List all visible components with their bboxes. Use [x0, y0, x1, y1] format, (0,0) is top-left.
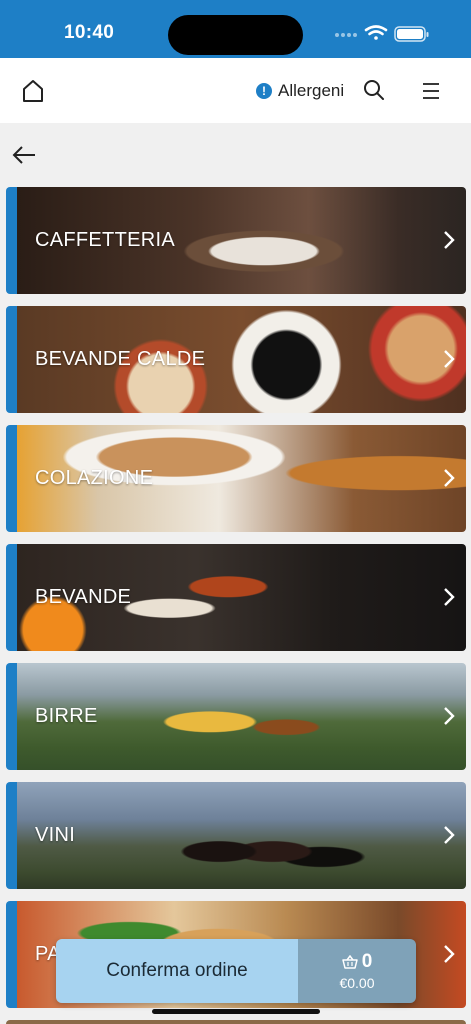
wifi-icon: [364, 25, 388, 40]
basket-icon: [341, 955, 358, 969]
category-accent-bar: [6, 306, 17, 413]
chevron-right-icon: [444, 826, 455, 844]
category-image: [17, 782, 466, 889]
category-birre[interactable]: BIRRE: [6, 663, 466, 770]
chevron-right-icon: [444, 707, 455, 725]
hamburger-menu-icon[interactable]: [420, 82, 442, 100]
chevron-right-icon: [444, 350, 455, 368]
allergens-button[interactable]: ! Allergeni: [256, 80, 344, 102]
order-bar: Conferma ordine 0 €0.00: [56, 939, 416, 1003]
category-label: CAFFETTERIA: [35, 229, 175, 251]
category-label: COLAZIONE: [35, 467, 154, 489]
chevron-right-icon: [444, 588, 455, 606]
category-label: BEVANDE CALDE: [35, 348, 206, 370]
category-caffetteria[interactable]: CAFFETTERIA: [6, 187, 466, 294]
search-icon[interactable]: [362, 78, 386, 102]
status-bar: 10:40: [0, 0, 471, 58]
status-indicators: [334, 24, 434, 44]
chevron-right-icon: [444, 945, 455, 963]
status-time: 10:40: [64, 22, 115, 43]
category-accent-bar: [6, 544, 17, 651]
home-icon[interactable]: [18, 78, 48, 104]
cart-summary-button[interactable]: 0 €0.00: [298, 939, 416, 1003]
category-label: BEVANDE: [35, 586, 132, 608]
chevron-right-icon: [444, 231, 455, 249]
category-accent-bar: [6, 901, 17, 1008]
category-vini[interactable]: VINI: [6, 782, 466, 889]
category-colazione[interactable]: COLAZIONE: [6, 425, 466, 532]
battery-icon: [394, 26, 429, 42]
confirm-order-button[interactable]: Conferma ordine: [56, 939, 298, 1003]
cart-total: €0.00: [339, 975, 375, 991]
category-bevande-calde[interactable]: BEVANDE CALDE: [6, 306, 466, 413]
allergens-label: Allergeni: [278, 81, 345, 100]
cart-item-count: 0: [361, 951, 373, 972]
chevron-right-icon: [444, 469, 455, 487]
top-nav-bar: ! Allergeni: [0, 58, 471, 123]
signal-icon: [335, 33, 357, 37]
home-indicator: [152, 1009, 320, 1014]
category-label: BIRRE: [35, 705, 98, 727]
category-accent-bar: [6, 425, 17, 532]
category-accent-bar: [6, 782, 17, 889]
category-list: CAFFETTERIA BEVANDE CALDE COLAZIONE BEVA…: [6, 187, 466, 1020]
category-accent-bar: [6, 187, 17, 294]
dynamic-island: [168, 15, 303, 55]
category-bevande[interactable]: BEVANDE: [6, 544, 466, 651]
back-arrow-icon[interactable]: [10, 142, 38, 168]
category-next-peek: [6, 1020, 466, 1024]
category-label: VINI: [35, 824, 76, 846]
category-accent-bar: [6, 663, 17, 770]
info-alert-icon: !: [256, 83, 272, 99]
